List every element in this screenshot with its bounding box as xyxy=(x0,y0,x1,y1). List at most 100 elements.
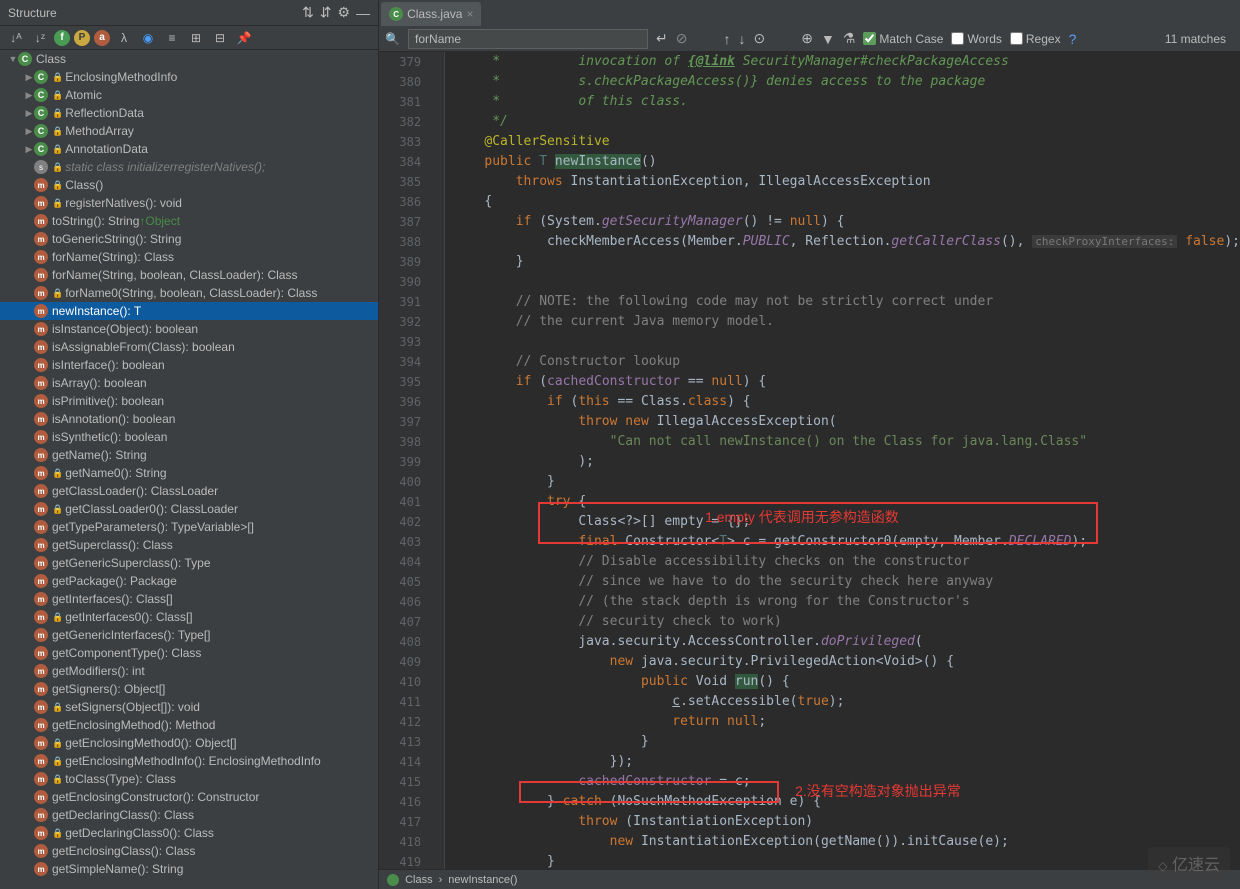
lock-icon: 🔒 xyxy=(52,198,63,209)
tree-item[interactable]: m🔒Class() xyxy=(0,176,378,194)
method-icon: m xyxy=(34,340,48,354)
tree-item[interactable]: misArray(): boolean xyxy=(0,374,378,392)
structure-panel: Structure ⇅ ⇵ ⚙ — ↓ᴬ ↓ᶻ f P a λ ◉ ≡ ⊞ ⊟ … xyxy=(0,0,379,889)
expand-icon[interactable]: ⇅ xyxy=(302,4,314,21)
tree-item[interactable]: ▶C🔒ReflectionData xyxy=(0,104,378,122)
tree-item[interactable]: mforName(String, boolean, ClassLoader): … xyxy=(0,266,378,284)
tree-item[interactable]: m🔒getInterfaces0(): Class[] xyxy=(0,608,378,626)
tree-item[interactable]: ▶C🔒EnclosingMethodInfo xyxy=(0,68,378,86)
tree-item[interactable]: ▶C🔒Atomic xyxy=(0,86,378,104)
code-editor[interactable]: 379 380 381 382 383 384 385 386 387 388 … xyxy=(379,52,1240,869)
tree-item[interactable]: m🔒forName0(String, boolean, ClassLoader)… xyxy=(0,284,378,302)
tree-item[interactable]: ▼CClass xyxy=(0,50,378,68)
tree-item[interactable]: mgetSimpleName(): String xyxy=(0,860,378,878)
expand-all-icon[interactable]: ⊞ xyxy=(186,28,206,48)
show-lambda-icon[interactable]: λ xyxy=(114,28,134,48)
add-selection-icon[interactable]: ⊕ xyxy=(801,30,813,47)
breadcrumb[interactable]: Class › newInstance() xyxy=(379,869,1240,889)
tree-item[interactable]: mgetSuperclass(): Class xyxy=(0,536,378,554)
method-icon: m xyxy=(34,250,48,264)
select-all-icon[interactable]: ⊙ xyxy=(754,30,766,47)
tree-item[interactable]: s🔒static class initializer registerNativ… xyxy=(0,158,378,176)
tree-item[interactable]: m🔒getDeclaringClass0(): Class xyxy=(0,824,378,842)
fold-gutter[interactable] xyxy=(429,52,445,869)
tree-item[interactable]: mgetGenericInterfaces(): Type[] xyxy=(0,626,378,644)
tree-item[interactable]: m🔒getEnclosingMethodInfo(): EnclosingMet… xyxy=(0,752,378,770)
show-anon-icon[interactable]: a xyxy=(94,30,110,46)
tree-item[interactable]: misAnnotation(): boolean xyxy=(0,410,378,428)
minimize-icon[interactable]: — xyxy=(356,5,370,21)
class-icon xyxy=(387,874,399,886)
method-icon: m xyxy=(34,502,48,516)
method-icon: m xyxy=(34,178,48,192)
class-icon: C xyxy=(34,70,48,84)
tree-item[interactable]: misInterface(): boolean xyxy=(0,356,378,374)
sort-visibility-icon[interactable]: ↓ᶻ xyxy=(30,28,50,48)
lock-icon: 🔒 xyxy=(52,774,63,785)
tree-item[interactable]: m🔒toClass(Type): Class xyxy=(0,770,378,788)
search-icon: 🔍 xyxy=(385,32,400,46)
code-content[interactable]: * invocation of {@link SecurityManager#c… xyxy=(445,52,1240,869)
method-icon: m xyxy=(34,466,48,480)
regex-checkbox[interactable]: Regex xyxy=(1010,32,1061,46)
tree-item[interactable]: mgetClassLoader(): ClassLoader xyxy=(0,482,378,500)
lock-icon: 🔒 xyxy=(52,144,63,155)
tree-item[interactable]: misInstance(Object): boolean xyxy=(0,320,378,338)
tree-item[interactable]: mgetName(): String xyxy=(0,446,378,464)
tree-item[interactable]: mgetTypeParameters(): TypeVariable>[] xyxy=(0,518,378,536)
tree-item[interactable]: mgetGenericSuperclass(): Type xyxy=(0,554,378,572)
tree-item[interactable]: m🔒setSigners(Object[]): void xyxy=(0,698,378,716)
tree-item[interactable]: misAssignableFrom(Class): boolean xyxy=(0,338,378,356)
method-icon: m xyxy=(34,844,48,858)
structure-tree[interactable]: ▼CClass▶C🔒EnclosingMethodInfo▶C🔒Atomic▶C… xyxy=(0,50,378,889)
tree-item[interactable]: mtoGenericString(): String xyxy=(0,230,378,248)
method-icon: m xyxy=(34,772,48,786)
words-checkbox[interactable]: Words xyxy=(951,32,1001,46)
tree-item[interactable]: mgetEnclosingConstructor(): Constructor xyxy=(0,788,378,806)
next-match-icon[interactable]: ↓ xyxy=(739,31,746,47)
tree-item[interactable]: ▶C🔒MethodArray xyxy=(0,122,378,140)
tree-item[interactable]: m🔒getClassLoader0(): ClassLoader xyxy=(0,500,378,518)
tree-item[interactable]: mnewInstance(): T xyxy=(0,302,378,320)
tree-item[interactable]: mtoString(): String ↑Object xyxy=(0,212,378,230)
prev-match-icon[interactable]: ↑ xyxy=(724,31,731,47)
settings-icon[interactable]: ⚙ xyxy=(338,4,351,21)
tree-item[interactable]: m🔒getName0(): String xyxy=(0,464,378,482)
tree-item[interactable]: m🔒getEnclosingMethod0(): Object[] xyxy=(0,734,378,752)
collapse-icon[interactable]: ⇵ xyxy=(320,4,332,21)
tree-item[interactable]: ▶C🔒AnnotationData xyxy=(0,140,378,158)
tree-item[interactable]: mgetEnclosingClass(): Class xyxy=(0,842,378,860)
autoscroll-icon[interactable]: ≡ xyxy=(162,28,182,48)
close-icon[interactable]: × xyxy=(466,7,473,21)
lock-icon: 🔒 xyxy=(52,504,63,515)
sort-alpha-icon[interactable]: ↓ᴬ xyxy=(6,28,26,48)
pin-icon[interactable]: 📌 xyxy=(234,28,254,48)
tree-item[interactable]: m🔒registerNatives(): void xyxy=(0,194,378,212)
filter-icon[interactable]: ▼ xyxy=(821,31,835,47)
show-fields-icon[interactable]: f xyxy=(54,30,70,46)
clear-search-icon[interactable]: ⊘ xyxy=(676,30,688,47)
tree-item[interactable]: mforName(String): Class xyxy=(0,248,378,266)
tree-item[interactable]: mgetModifiers(): int xyxy=(0,662,378,680)
help-icon[interactable]: ? xyxy=(1069,31,1077,47)
match-case-checkbox[interactable]: Match Case xyxy=(863,32,943,46)
tab-class-java[interactable]: C Class.java × xyxy=(381,2,481,26)
tree-item[interactable]: misPrimitive(): boolean xyxy=(0,392,378,410)
tree-item[interactable]: mgetInterfaces(): Class[] xyxy=(0,590,378,608)
lock-icon: 🔒 xyxy=(52,288,63,299)
search-input[interactable] xyxy=(408,29,648,49)
show-properties-icon[interactable]: P xyxy=(74,30,90,46)
tree-item[interactable]: mgetSigners(): Object[] xyxy=(0,680,378,698)
watermark: ◇ 亿速云 xyxy=(1148,847,1230,879)
tab-label: Class.java xyxy=(407,7,462,21)
tree-item[interactable]: mgetPackage(): Package xyxy=(0,572,378,590)
tree-item[interactable]: mgetDeclaringClass(): Class xyxy=(0,806,378,824)
collapse-all-icon[interactable]: ⊟ xyxy=(210,28,230,48)
lock-icon: 🔒 xyxy=(52,90,63,101)
history-icon[interactable]: ↵ xyxy=(656,30,668,47)
tree-item[interactable]: misSynthetic(): boolean xyxy=(0,428,378,446)
funnel-icon[interactable]: ⚗ xyxy=(843,30,856,47)
target-icon[interactable]: ◉ xyxy=(138,28,158,48)
tree-item[interactable]: mgetEnclosingMethod(): Method xyxy=(0,716,378,734)
tree-item[interactable]: mgetComponentType(): Class xyxy=(0,644,378,662)
